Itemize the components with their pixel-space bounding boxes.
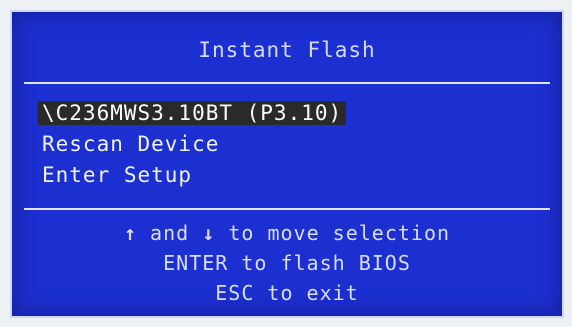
title-divider [24,82,550,84]
panel-title: Instant Flash [198,38,376,62]
help-move-text: to move selection [215,221,451,245]
menu-item-enter-setup[interactable]: Enter Setup [38,160,538,191]
screen: Instant Flash \C236MWS3.10BT (P3.10) Res… [0,0,572,327]
menu-item-rescan-device[interactable]: Rescan Device [38,129,538,160]
help-line-enter: ENTER to flash BIOS [163,251,411,275]
help-line-esc: ESC to exit [215,281,359,305]
menu-item-bios-file[interactable]: \C236MWS3.10BT (P3.10) [38,98,538,129]
help-line-navigation: ↑ and ↓ to move selection [12,218,562,248]
device-menu: \C236MWS3.10BT (P3.10) Rescan Device Ent… [38,98,538,191]
instant-flash-panel: Instant Flash \C236MWS3.10BT (P3.10) Res… [10,10,564,318]
up-arrow-icon: ↑ [123,221,138,245]
help-text: ↑ and ↓ to move selection ENTER to flash… [12,218,562,308]
menu-item-label: Rescan Device [42,132,220,156]
help-and-text: and [137,221,203,245]
help-divider [24,208,550,210]
menu-item-label: \C236MWS3.10BT (P3.10) [38,101,347,125]
down-arrow-icon: ↓ [202,221,216,245]
menu-item-label: Enter Setup [42,163,193,187]
